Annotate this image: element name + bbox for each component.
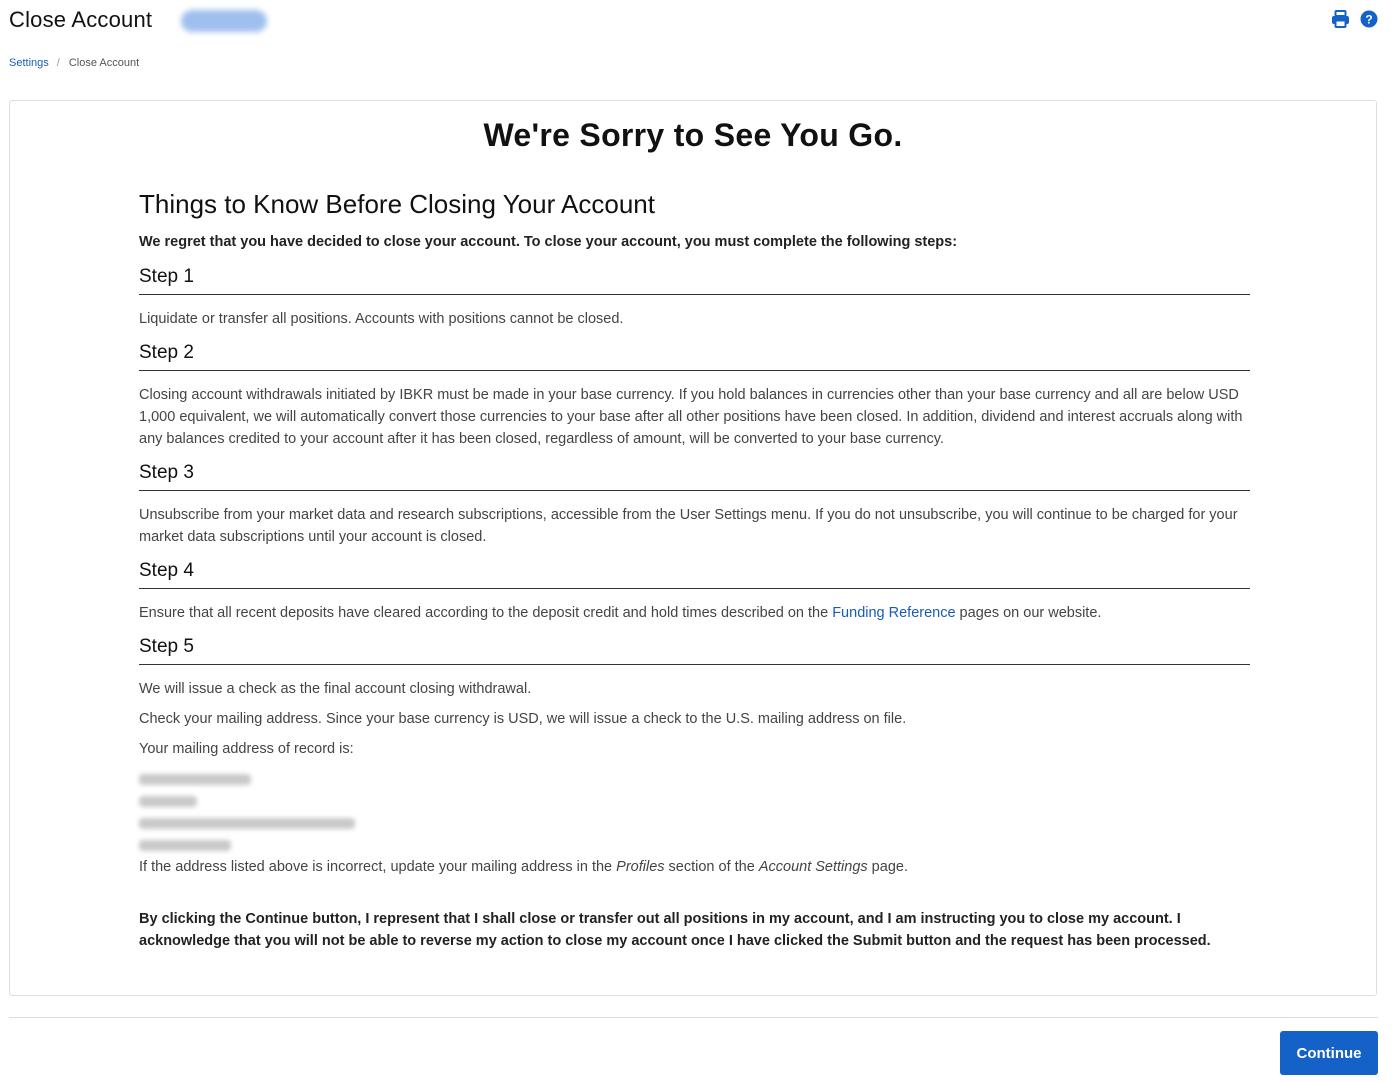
- step-1-text: Liquidate or transfer all positions. Acc…: [139, 311, 624, 327]
- breadcrumb: Settings / Close Account: [9, 57, 139, 69]
- mailing-address-redacted: [139, 768, 1250, 856]
- step-1-title: Step 1: [139, 266, 1250, 295]
- printer-icon[interactable]: [1331, 9, 1350, 28]
- breadcrumb-separator: /: [56, 57, 60, 69]
- step-5-line-3: Your mailing address of record is:: [139, 741, 354, 757]
- step-4-title: Step 4: [139, 560, 1250, 589]
- step-2-title: Step 2: [139, 342, 1250, 371]
- update-text-before: If the address listed above is incorrect…: [139, 859, 617, 875]
- intro-text: We regret that you have decided to close…: [139, 234, 958, 250]
- svg-text:?: ?: [1365, 12, 1372, 26]
- step-5-line-1: We will issue a check as the final accou…: [139, 681, 532, 697]
- step-2-text: Closing account withdrawals initiated by…: [139, 387, 1243, 447]
- update-text-after: page.: [867, 859, 908, 875]
- funding-reference-link[interactable]: Funding Reference: [832, 605, 955, 621]
- update-text-middle: section of the: [664, 859, 759, 875]
- step-5-line-2: Check your mailing address. Since your b…: [139, 711, 907, 727]
- step-5-title: Step 5: [139, 636, 1250, 665]
- account-settings-page-name: Account Settings: [758, 859, 868, 875]
- update-address-text: If the address listed above is incorrect…: [139, 856, 1250, 878]
- breadcrumb-current: Close Account: [68, 57, 140, 69]
- footer-divider: [9, 1017, 1378, 1018]
- step-3-title: Step 3: [139, 462, 1250, 491]
- top-bar: Close Account ?: [9, 4, 1378, 34]
- page-title: Close Account: [9, 7, 153, 32]
- close-account-card: We're Sorry to See You Go. Things to Kno…: [9, 100, 1377, 996]
- step-3-text: Unsubscribe from your market data and re…: [139, 507, 1238, 545]
- acknowledgement-text: By clicking the Continue button, I repre…: [139, 911, 1211, 949]
- continue-button[interactable]: Continue: [1280, 1031, 1378, 1075]
- step-4-text-after: pages on our website.: [955, 605, 1102, 621]
- account-badge-redacted: [181, 10, 267, 32]
- top-icons: ?: [1331, 9, 1378, 28]
- things-to-know-heading: Things to Know Before Closing Your Accou…: [139, 189, 655, 219]
- help-icon[interactable]: ?: [1359, 9, 1378, 28]
- step-4-text: Ensure that all recent deposits have cle…: [139, 602, 1250, 624]
- profiles-section-name: Profiles: [616, 859, 665, 875]
- headline: We're Sorry to See You Go.: [483, 117, 903, 153]
- step-4-text-before: Ensure that all recent deposits have cle…: [139, 605, 833, 621]
- breadcrumb-settings-link[interactable]: Settings: [9, 57, 49, 69]
